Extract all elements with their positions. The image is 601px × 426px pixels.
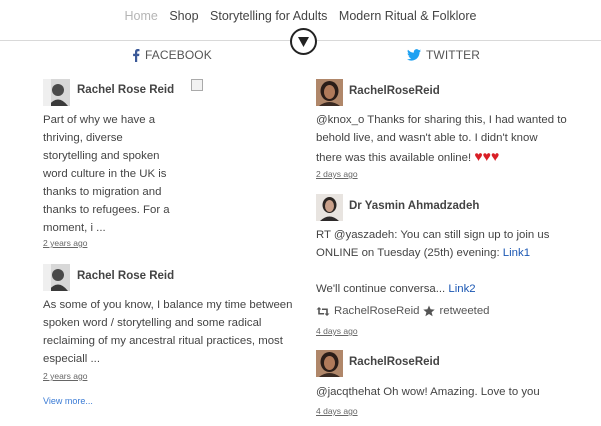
nav-item-home[interactable]: Home	[125, 9, 158, 23]
post-text: @jacqthehat Oh wow! Amazing. Love to you	[316, 386, 540, 398]
retweet-info: RachelRoseReid retweeted	[316, 305, 490, 317]
avatar	[43, 264, 70, 291]
heart-emoji-icon: ♥♥♥	[474, 148, 500, 164]
post-text: As some of you know, I balance my time b…	[43, 299, 293, 365]
tweet-link-2[interactable]: Link2	[448, 283, 475, 295]
facebook-icon	[133, 48, 140, 62]
tweet-link-1[interactable]: Link1	[503, 247, 530, 259]
nav-item-modern-ritual-folklore[interactable]: Modern Ritual & Folklore	[339, 9, 477, 23]
retweet-icon	[316, 306, 330, 316]
post-timestamp[interactable]: 4 days ago	[316, 406, 358, 416]
post-author[interactable]: Rachel Rose Reid	[77, 84, 174, 96]
post-text: Part of why we have a thriving, diverse …	[43, 114, 170, 234]
view-more-link[interactable]: View more...	[43, 396, 93, 406]
post-author[interactable]: Dr Yasmin Ahmadzadeh	[349, 200, 479, 212]
avatar	[43, 79, 70, 106]
post-text: @knox_o Thanks for sharing this, I had w…	[316, 114, 567, 164]
avatar	[316, 194, 343, 221]
twitter-heading-label: TWITTER	[426, 48, 481, 62]
avatar	[316, 79, 343, 106]
facebook-heading: FACEBOOK	[132, 48, 212, 62]
post-timestamp[interactable]: 2 days ago	[316, 169, 358, 179]
post-author[interactable]: RachelRoseReid	[349, 85, 440, 97]
avatar	[316, 350, 343, 377]
broken-image-icon	[191, 79, 203, 91]
twitter-heading: TWITTER	[407, 48, 480, 62]
nav-links: Home Shop Storytelling for Adults Modern…	[0, 9, 601, 23]
post-author[interactable]: Rachel Rose Reid	[77, 270, 174, 282]
retweeter-name[interactable]: RachelRoseReid	[334, 305, 419, 317]
post-timestamp[interactable]: 2 years ago	[43, 371, 87, 381]
post-text: RT @yaszadeh: You can still sign up to j…	[316, 229, 550, 295]
circle-down-arrow-icon[interactable]	[290, 28, 317, 55]
retweeted-label: retweeted	[439, 305, 490, 317]
post-timestamp[interactable]: 2 years ago	[43, 238, 87, 248]
star-icon	[423, 305, 436, 317]
twitter-icon	[407, 49, 421, 61]
nav-item-shop[interactable]: Shop	[169, 9, 198, 23]
post-author[interactable]: RachelRoseReid	[349, 356, 440, 368]
facebook-heading-label: FACEBOOK	[145, 48, 212, 62]
nav-item-storytelling-for-adults[interactable]: Storytelling for Adults	[210, 9, 327, 23]
post-timestamp[interactable]: 4 days ago	[316, 326, 358, 336]
